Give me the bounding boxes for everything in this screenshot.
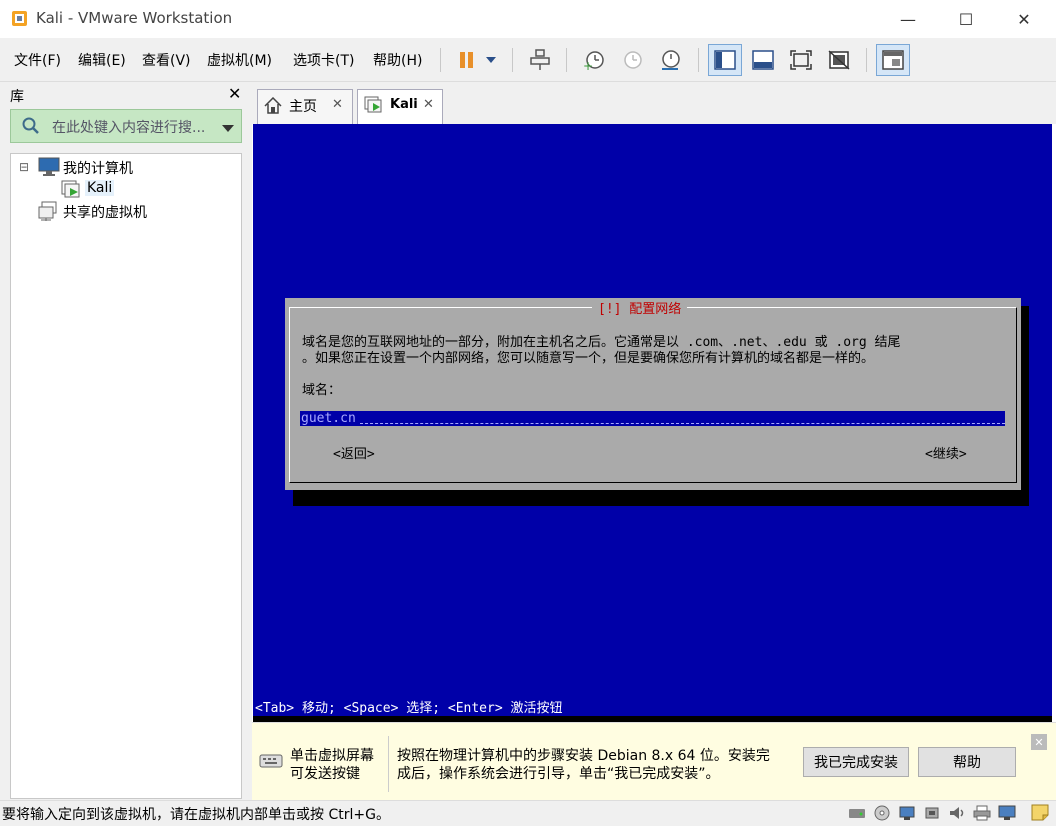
pause-icon[interactable]	[450, 44, 484, 76]
revert-snapshot-icon	[615, 44, 649, 76]
tree-expander-icon[interactable]: ⊟	[19, 160, 29, 174]
show-library-icon[interactable]	[708, 44, 742, 76]
console-view-icon[interactable]	[876, 44, 910, 76]
hint-click-screen-line2: 可发送按键	[290, 766, 360, 782]
domain-input-value[interactable]: guet.cn	[301, 411, 356, 426]
menu-file[interactable]: 文件(F)	[14, 50, 61, 70]
installer-description-line2: 。如果您正在设置一个内部网络，您可以随意写一个，但是要确保您所有计算机的域名都是…	[302, 351, 875, 366]
vm-tab-icon	[364, 96, 384, 118]
installer-continue-button[interactable]: <继续>	[925, 443, 967, 462]
power-dropdown-chevron-icon[interactable]	[480, 44, 502, 76]
tree-item-my-computer[interactable]: 我的计算机	[63, 158, 133, 178]
vm-kali-icon	[60, 179, 82, 203]
library-search-input[interactable]: 在此处键入内容进行搜...	[52, 117, 205, 137]
hint-click-screen-line1: 单击虚拟屏幕	[290, 748, 374, 764]
installer-key-hints: <Tab> 移动; <Space> 选择; <Enter> 激活按钮	[255, 701, 563, 716]
show-thumbnail-bar-icon[interactable]	[746, 44, 780, 76]
menu-edit[interactable]: 编辑(E)	[78, 50, 126, 70]
display-icon[interactable]	[998, 805, 1016, 821]
cd-dvd-icon[interactable]	[873, 805, 891, 821]
snapshot-manager-icon[interactable]	[653, 44, 687, 76]
minimize-button[interactable]: —	[884, 0, 932, 38]
shared-vms-icon	[38, 201, 60, 225]
installer-dialog-title: [!] 配置网络	[592, 298, 688, 317]
hint-message-line1: 按照在物理计算机中的步骤安装 Debian 8.x 64 位。安装完	[397, 748, 770, 764]
hint-divider	[388, 736, 389, 792]
hard-disk-icon[interactable]	[848, 805, 866, 821]
take-snapshot-icon[interactable]: +	[577, 44, 611, 76]
tab-kali-label: Kali	[390, 97, 418, 112]
toolbar-separator	[440, 48, 441, 72]
send-ctrl-alt-del-icon[interactable]	[523, 44, 557, 76]
search-dropdown-chevron-icon[interactable]	[222, 121, 234, 137]
hint-help-button[interactable]: 帮助	[918, 747, 1016, 777]
domain-input-underline	[360, 412, 1005, 424]
search-icon	[22, 117, 40, 139]
menu-vm[interactable]: 虚拟机(M)	[207, 50, 272, 70]
tree-item-shared-vms[interactable]: 共享的虚拟机	[63, 202, 147, 222]
library-tree	[10, 153, 242, 799]
menu-tabs[interactable]: 选项卡(T)	[293, 50, 354, 70]
status-message: 要将输入定向到该虚拟机，请在虚拟机内部单击或按 Ctrl+G。	[2, 807, 390, 823]
domain-field-label: 域名：	[302, 383, 342, 398]
tab-home-close-icon[interactable]: ✕	[332, 97, 343, 112]
installation-complete-button[interactable]: 我已完成安装	[803, 747, 909, 777]
menu-view[interactable]: 查看(V)	[142, 50, 191, 70]
keyboard-icon	[259, 751, 283, 773]
tree-item-kali[interactable]: Kali	[85, 180, 115, 196]
usb-controller-icon[interactable]	[923, 805, 941, 821]
home-icon	[264, 96, 282, 118]
tab-kali-close-icon[interactable]: ✕	[423, 97, 434, 112]
unity-mode-icon[interactable]	[822, 44, 856, 76]
my-computer-icon	[38, 157, 60, 181]
full-screen-icon[interactable]	[784, 44, 818, 76]
menu-help[interactable]: 帮助(H)	[373, 50, 422, 70]
vmware-app-icon	[11, 10, 28, 27]
toolbar-separator	[698, 48, 699, 72]
tab-home-label: 主页	[289, 99, 317, 115]
network-adapter-icon[interactable]	[898, 805, 916, 821]
toolbar-separator	[866, 48, 867, 72]
toolbar-separator	[512, 48, 513, 72]
maximize-button[interactable]: ☐	[942, 0, 990, 38]
installer-back-button[interactable]: <返回>	[333, 443, 375, 462]
library-close-icon[interactable]: ✕	[228, 84, 241, 103]
library-title: 库	[10, 89, 24, 105]
message-log-icon[interactable]	[1030, 803, 1050, 821]
sound-card-icon[interactable]	[948, 805, 966, 821]
hint-message-line2: 成后，操作系统会进行引导，单击“我已完成安装”。	[397, 766, 720, 782]
window-title: Kali - VMware Workstation	[36, 9, 233, 27]
svg-text:+: +	[583, 59, 593, 72]
close-window-button[interactable]: ✕	[1000, 0, 1048, 38]
hint-close-icon[interactable]: ✕	[1031, 734, 1047, 750]
toolbar-separator	[566, 48, 567, 72]
printer-icon[interactable]	[973, 805, 991, 821]
